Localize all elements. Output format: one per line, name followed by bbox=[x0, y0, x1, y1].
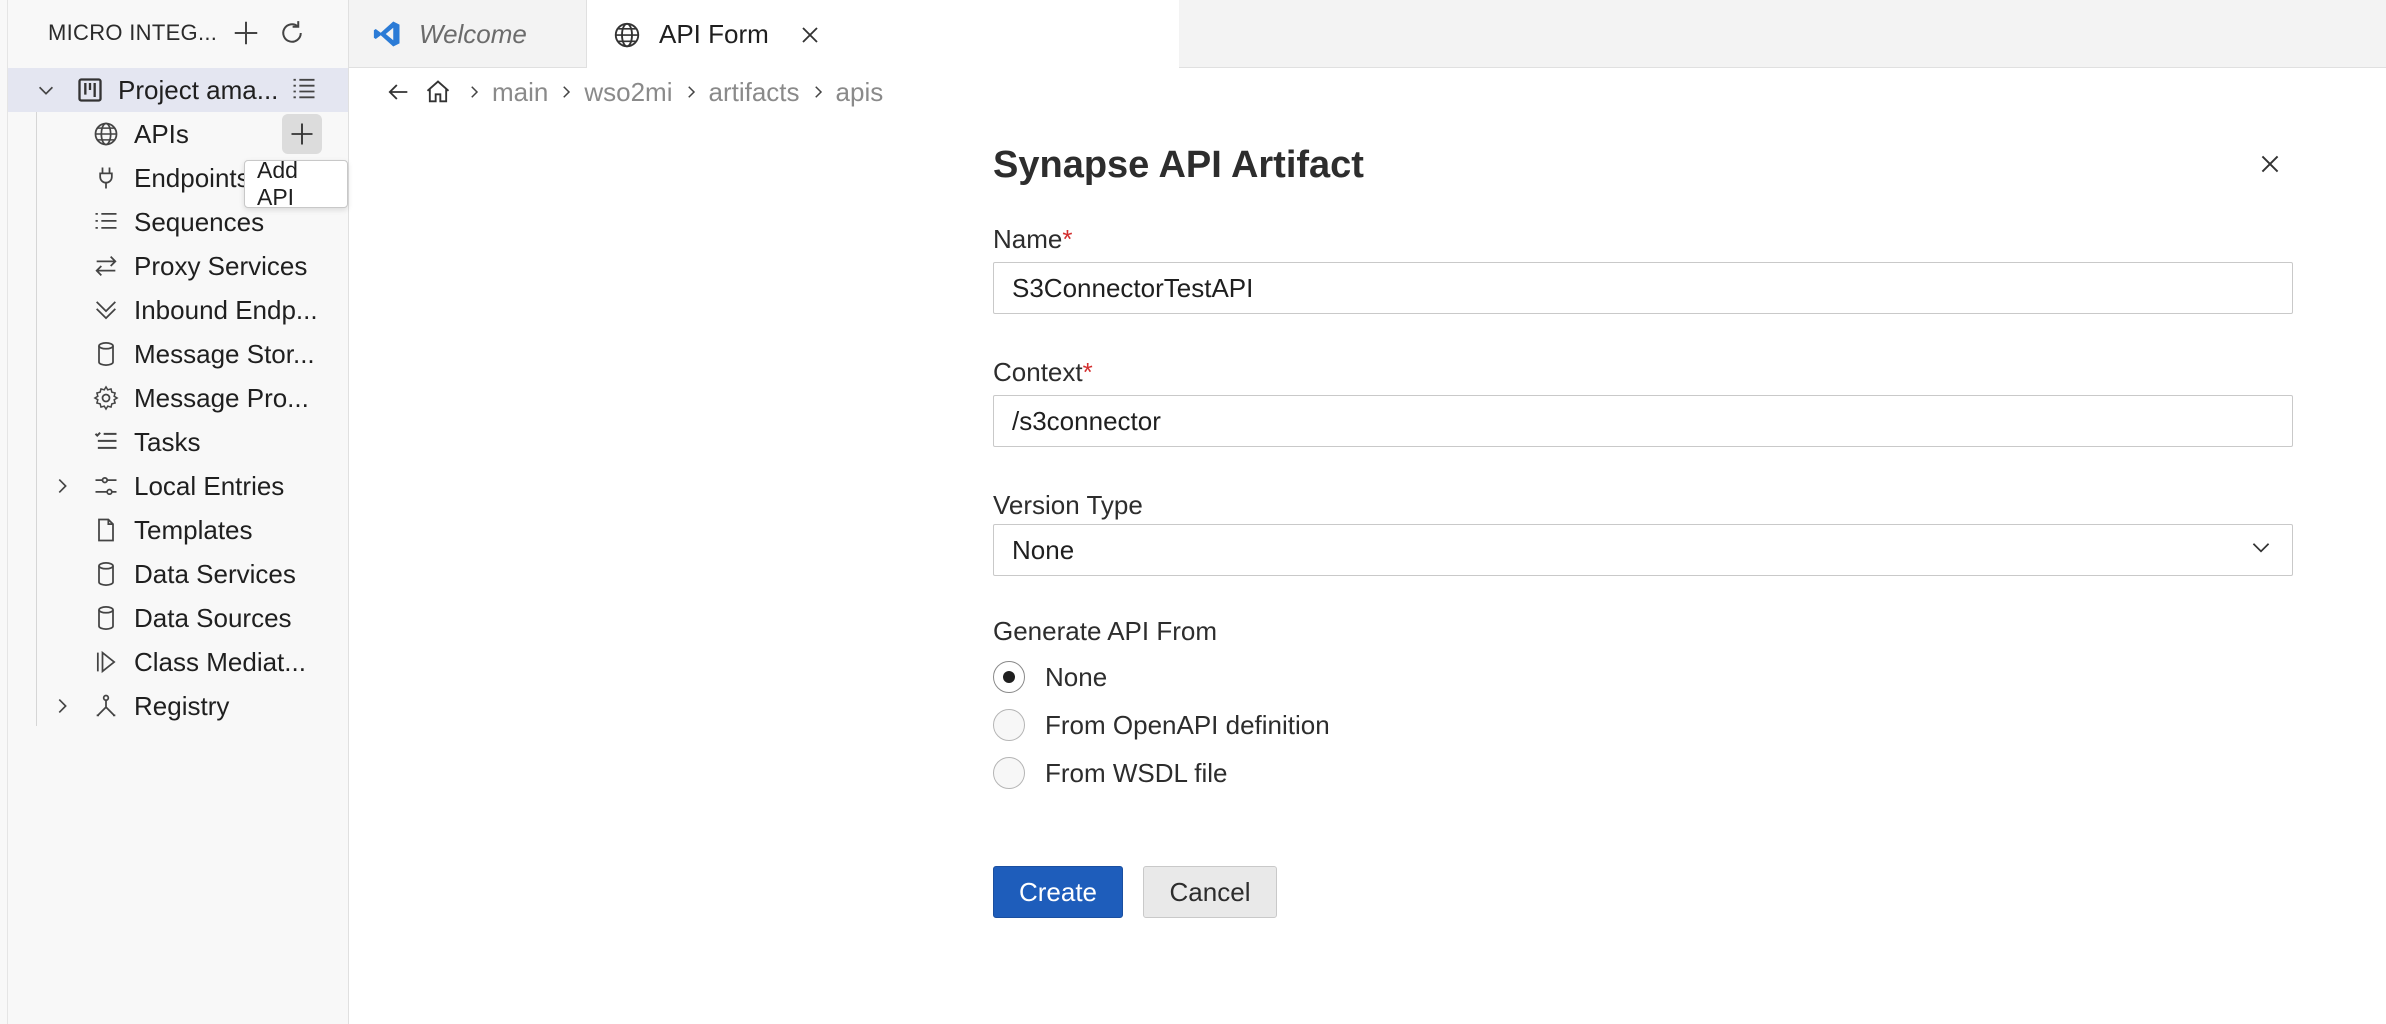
radio-option-none[interactable]: None bbox=[993, 657, 1107, 697]
project-label: Project ama... bbox=[118, 74, 279, 105]
back-arrow-icon[interactable] bbox=[380, 74, 416, 110]
tree-item-label: APIs bbox=[134, 118, 189, 149]
name-field[interactable]: S3ConnectorTestAPI bbox=[993, 262, 2293, 314]
chevron-right-icon bbox=[554, 80, 578, 104]
tree-item-templates[interactable]: Templates bbox=[8, 508, 348, 552]
tree-item-message-processors[interactable]: Message Pro... bbox=[8, 376, 348, 420]
tree-item-proxy-services[interactable]: Proxy Services bbox=[8, 244, 348, 288]
form-title: Synapse API Artifact bbox=[993, 144, 1364, 186]
checklist-icon bbox=[90, 426, 122, 458]
tree-item-local-entries[interactable]: Local Entries bbox=[8, 464, 348, 508]
activity-edge bbox=[0, 0, 8, 1024]
tree-item-label: Local Entries bbox=[134, 470, 285, 501]
database-icon bbox=[90, 558, 122, 590]
breadcrumb: main wso2mi artifacts apis bbox=[380, 70, 883, 114]
radio-option-openapi[interactable]: From OpenAPI definition bbox=[993, 705, 1330, 745]
chevron-down-icon[interactable] bbox=[34, 78, 58, 102]
tree-item-label: Message Stor... bbox=[134, 338, 315, 369]
add-api-tooltip: Add API bbox=[244, 157, 348, 210]
radio-button[interactable] bbox=[993, 709, 1025, 741]
globe-icon bbox=[90, 118, 122, 150]
tab-welcome[interactable]: Welcome bbox=[349, 0, 587, 68]
radio-label: From WSDL file bbox=[1045, 757, 1228, 788]
required-mark: * bbox=[1082, 357, 1093, 387]
tree-item-label: Tasks bbox=[134, 426, 201, 457]
tab-api-form[interactable]: API Form bbox=[587, 0, 1179, 69]
radio-button[interactable] bbox=[993, 757, 1025, 789]
tree-item-label: Endpoints bbox=[134, 162, 250, 193]
file-icon bbox=[90, 514, 122, 546]
tree-item-label: Inbound Endp... bbox=[134, 294, 318, 325]
breadcrumb-item[interactable]: artifacts bbox=[709, 77, 800, 108]
tree-item-label: Data Services bbox=[134, 558, 296, 589]
explorer-sidebar: MICRO INTEG... Project ama... APIs Endpo… bbox=[0, 0, 349, 1024]
chevron-down-icon bbox=[2248, 534, 2274, 567]
chevron-right-icon[interactable] bbox=[50, 694, 74, 718]
breadcrumb-item[interactable]: main bbox=[492, 77, 548, 108]
tree-item-data-sources[interactable]: Data Sources bbox=[8, 596, 348, 640]
tab-label: API Form bbox=[659, 19, 769, 49]
chevron-right-icon bbox=[679, 80, 703, 104]
vscode-icon bbox=[369, 16, 405, 52]
context-field[interactable]: /s3connector bbox=[993, 395, 2293, 447]
database-icon bbox=[90, 602, 122, 634]
tree-item-label: Registry bbox=[134, 690, 230, 721]
tree-item-tasks[interactable]: Tasks bbox=[8, 420, 348, 464]
class-mediator-icon bbox=[90, 646, 122, 678]
breadcrumb-item[interactable]: apis bbox=[836, 77, 884, 108]
radio-label: From OpenAPI definition bbox=[1045, 709, 1330, 740]
generate-api-from-label: Generate API From bbox=[993, 616, 1217, 646]
tree-item-class-mediators[interactable]: Class Mediat... bbox=[8, 640, 348, 684]
sidebar-header: MICRO INTEG... bbox=[48, 14, 338, 52]
name-label: Name* bbox=[993, 224, 1073, 254]
registry-icon bbox=[90, 690, 122, 722]
tree-item-label: Sequences bbox=[134, 206, 265, 237]
sliders-icon bbox=[90, 470, 122, 502]
sidebar-title: MICRO INTEG... bbox=[48, 20, 218, 45]
chevron-right-icon bbox=[462, 80, 486, 104]
close-icon[interactable] bbox=[795, 20, 825, 50]
required-mark: * bbox=[1062, 224, 1073, 254]
tree-item-label: Templates bbox=[134, 514, 253, 545]
list-icon bbox=[90, 206, 122, 238]
radio-button[interactable] bbox=[993, 661, 1025, 693]
home-icon[interactable] bbox=[420, 74, 456, 110]
list-view-icon[interactable] bbox=[288, 72, 320, 104]
refresh-icon[interactable] bbox=[274, 15, 310, 51]
context-label: Context* bbox=[993, 357, 1093, 387]
gear-icon bbox=[90, 382, 122, 414]
arrows-icon bbox=[90, 250, 122, 282]
tree-item-label: Proxy Services bbox=[134, 250, 308, 281]
radio-label: None bbox=[1045, 661, 1108, 692]
tab-label: Welcome bbox=[419, 18, 527, 49]
tree-item-data-services[interactable]: Data Services bbox=[8, 552, 348, 596]
breadcrumb-item[interactable]: wso2mi bbox=[584, 77, 672, 108]
globe-icon bbox=[609, 17, 645, 53]
tree-item-inbound-endpoints[interactable]: Inbound Endp... bbox=[8, 288, 348, 332]
editor-tab-bar: Welcome API Form bbox=[349, 0, 2386, 69]
version-type-value: None bbox=[1012, 534, 1075, 565]
tree-item-label: Class Mediat... bbox=[134, 646, 306, 677]
plug-icon bbox=[90, 162, 122, 194]
tree-item-message-stores[interactable]: Message Stor... bbox=[8, 332, 348, 376]
close-icon[interactable] bbox=[2250, 144, 2290, 184]
tree-item-label: Data Sources bbox=[134, 602, 292, 633]
version-type-select[interactable]: None bbox=[993, 524, 2293, 576]
tree-item-registry[interactable]: Registry bbox=[8, 684, 348, 728]
add-icon[interactable] bbox=[228, 15, 264, 51]
cancel-button[interactable]: Cancel bbox=[1143, 866, 1277, 918]
project-board-icon bbox=[74, 74, 106, 106]
version-type-label: Version Type bbox=[993, 490, 1143, 520]
chevron-right-icon bbox=[806, 80, 830, 104]
radio-option-wsdl[interactable]: From WSDL file bbox=[993, 753, 1228, 793]
chevrons-down-icon bbox=[90, 294, 122, 326]
tree-item-label: Message Pro... bbox=[134, 382, 309, 413]
add-api-button[interactable] bbox=[282, 114, 322, 154]
database-icon bbox=[90, 338, 122, 370]
create-button[interactable]: Create bbox=[993, 866, 1123, 918]
chevron-right-icon[interactable] bbox=[50, 474, 74, 498]
